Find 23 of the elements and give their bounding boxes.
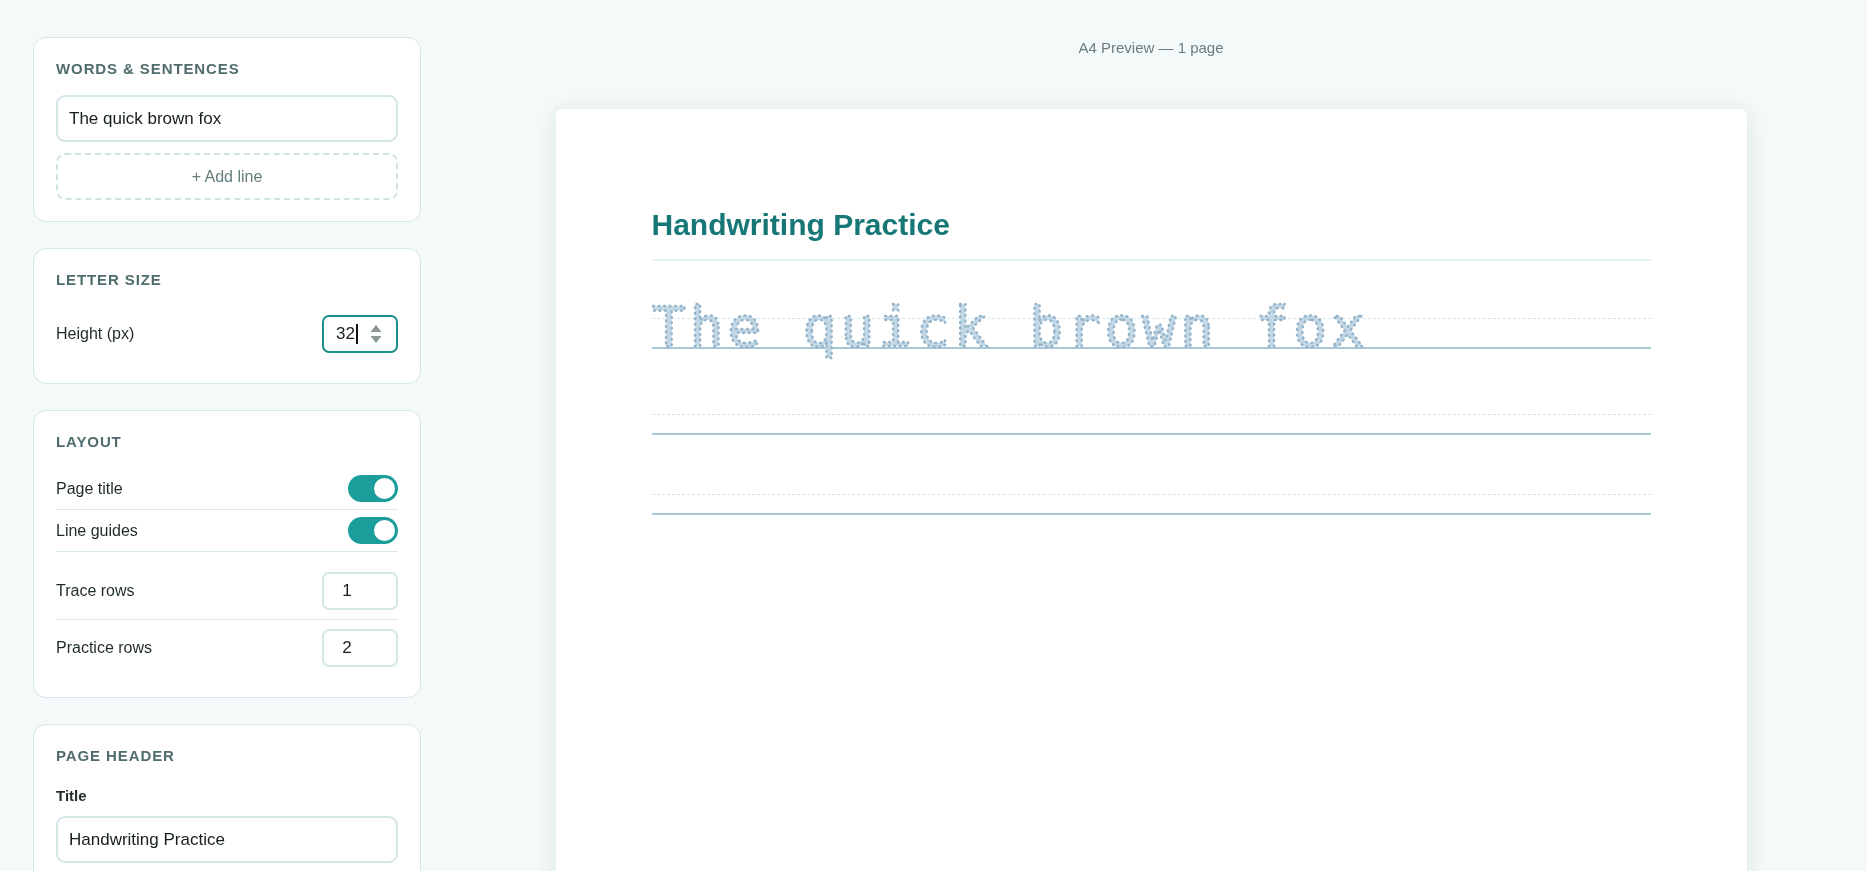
field-label: Title: [56, 786, 88, 806]
section-heading: WORDS & SENTENCES: [56, 60, 241, 78]
add-line-button[interactable]: + Add line: [56, 153, 398, 200]
number-input[interactable]: 32: [322, 315, 398, 353]
text-input[interactable]: The quick brown fox: [56, 95, 398, 142]
section-heading: LETTER SIZE: [56, 271, 163, 289]
field-label: Height (px): [56, 325, 135, 343]
setting-label: Trace rows: [56, 582, 135, 600]
preview-caption: A4 Preview — 1 page: [1078, 38, 1224, 58]
setting-label: Line guides: [56, 521, 138, 540]
text-input[interactable]: Handwriting Practice: [56, 816, 398, 863]
toggle-switch[interactable]: [348, 475, 398, 502]
number-input[interactable]: 1: [322, 572, 398, 610]
number-input[interactable]: 2: [322, 629, 398, 667]
toggle-switch[interactable]: [348, 517, 398, 544]
spinner-icon[interactable]: [370, 324, 382, 344]
setting-label: Practice rows: [56, 639, 153, 657]
text-cursor: [355, 324, 358, 344]
page-title: Handwriting Practice: [651, 207, 950, 243]
trace-text: The quick brown fox: [651, 294, 1369, 359]
section-heading: LAYOUT: [56, 433, 123, 451]
setting-label: Page title: [56, 479, 123, 498]
section-heading: PAGE HEADER: [56, 747, 176, 765]
